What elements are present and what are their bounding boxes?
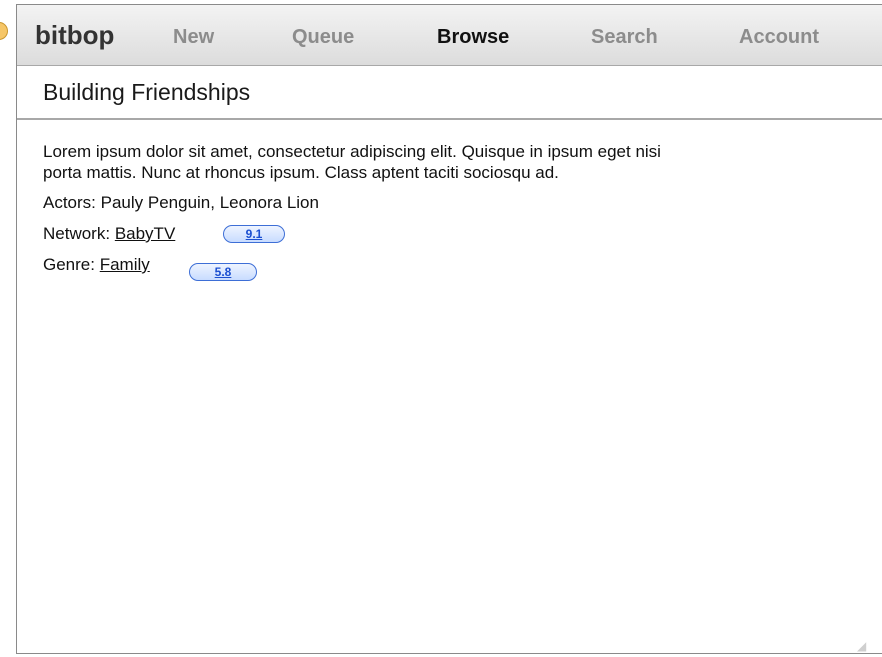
genre-rating-badge[interactable]: 5.8 (189, 263, 257, 281)
genre-label: Genre: (43, 255, 95, 274)
description-line-2: porta mattis. Nunc at rhoncus ipsum. Cla… (43, 163, 559, 182)
nav-search[interactable]: Search (591, 26, 658, 49)
title-bar: Building Friendships (17, 66, 882, 120)
annotation-marker (0, 22, 8, 40)
nav-account[interactable]: Account (739, 26, 819, 49)
description-line-1: Lorem ipsum dolor sit amet, consectetur … (43, 142, 661, 161)
network-row: Network: BabyTV (43, 223, 175, 244)
logo[interactable]: bitbop (35, 20, 114, 51)
network-link[interactable]: BabyTV (115, 224, 175, 243)
genre-link[interactable]: Family (100, 255, 150, 274)
actors-text: Actors: Pauly Penguin, Leonora Lion (43, 193, 319, 212)
page-title: Building Friendships (43, 79, 251, 105)
resize-corner-icon[interactable]: ◢ (857, 639, 871, 653)
top-navigation-bar: bitbop New Queue Browse Search Account (17, 5, 882, 66)
nav-queue[interactable]: Queue (292, 26, 354, 49)
nav-new[interactable]: New (173, 26, 214, 49)
network-label: Network: (43, 224, 111, 243)
nav-browse[interactable]: Browse (437, 26, 509, 49)
network-rating-badge[interactable]: 9.1 (223, 225, 285, 243)
app-window: bitbop New Queue Browse Search Account B… (16, 4, 882, 654)
genre-row: Genre: Family (43, 254, 150, 275)
